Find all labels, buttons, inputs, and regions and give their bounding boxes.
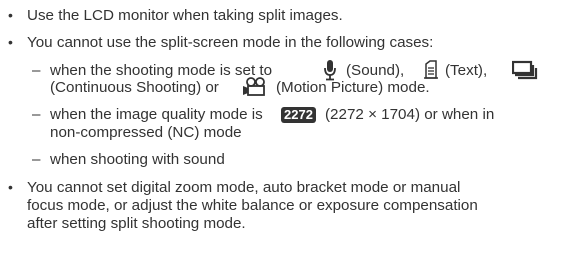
sub-note-2-text-a: when the image quality mode is (50, 106, 263, 123)
text-mode-icon (423, 60, 439, 80)
manual-notes: • Use the LCD monitor when taking split … (0, 0, 583, 257)
bullet: • (8, 7, 13, 23)
sub-note-2-text-c: non-compressed (NC) mode (50, 124, 242, 141)
bullet: • (8, 34, 13, 50)
note-2-text: You cannot use the split-screen mode in … (27, 34, 434, 51)
note-3-line-3: after setting split shooting mode. (27, 215, 246, 232)
dash: – (32, 62, 41, 79)
note-3-line-1: You cannot set digital zoom mode, auto b… (27, 179, 461, 196)
motion-picture-icon (239, 77, 269, 97)
note-3-line-2: focus mode, or adjust the white balance … (27, 197, 478, 214)
note-1-text: Use the LCD monitor when taking split im… (27, 7, 343, 24)
sub-note-1-text-d: (Continuous Shooting) or (50, 79, 219, 96)
continuous-shooting-icon (512, 60, 538, 80)
sub-note-3-text: when shooting with sound (50, 151, 225, 168)
bullet: • (8, 179, 13, 195)
sub-note-1-text-c: (Text), (445, 62, 488, 79)
sub-note-1-text-e: (Motion Picture) mode. (276, 79, 430, 96)
dash: – (32, 106, 41, 123)
image-quality-badge-label: 2272 (281, 107, 316, 123)
image-quality-badge: 2272 (279, 106, 318, 125)
dash: – (32, 151, 41, 168)
sub-note-2-text-b: (2272 × 1704) or when in (325, 106, 495, 123)
